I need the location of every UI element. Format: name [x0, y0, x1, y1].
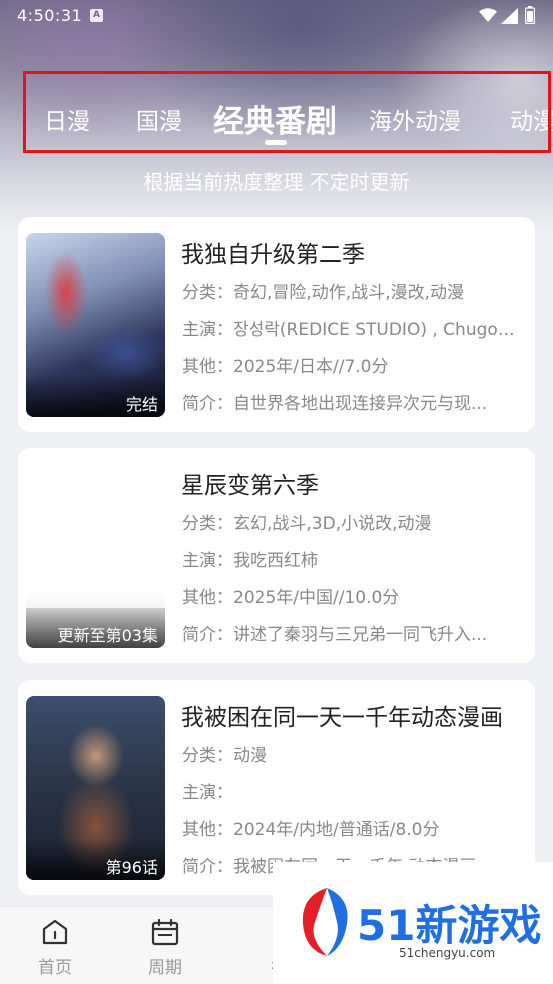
item-genre: 分类：奇幻,冒险,动作,战斗,漫改,动漫: [182, 283, 465, 303]
list-item[interactable]: 更新至第03集 星辰变第六季 分类：玄幻,战斗,3D,小说改,动漫 主演：我吃西…: [18, 448, 535, 663]
item-genre: 分类：动漫: [182, 746, 267, 766]
home-icon: [42, 919, 68, 945]
item-other: 其他：2025年/日本//7.0分: [182, 357, 389, 377]
watermark-logo: [302, 888, 348, 956]
item-intro: 简介：讲述了秦羽与三兄弟一同飞升入...: [182, 625, 488, 645]
highlight-frame: [23, 71, 551, 153]
item-title[interactable]: 我独自升级第二季: [181, 235, 365, 269]
notification-icon: A: [90, 9, 103, 22]
item-intro: 简介：自世界各地出现连接异次元与现...: [182, 394, 488, 414]
poster-image[interactable]: 完结: [26, 233, 165, 417]
item-cast: 主演：: [182, 783, 233, 803]
nav-home[interactable]: 首页: [25, 917, 85, 978]
item-genre: 分类：玄幻,战斗,3D,小说改,动漫: [182, 514, 432, 534]
item-other: 其他：2024年/内地/普通话/8.0分: [182, 820, 440, 840]
watermark-brand: 51新游戏: [357, 901, 542, 950]
status-bar: 4:50:31 A: [0, 0, 553, 32]
wifi-icon: [479, 8, 497, 22]
item-other: 其他：2025年/中国//10.0分: [182, 588, 400, 608]
nav-week[interactable]: 周期: [135, 917, 195, 978]
list-item[interactable]: 完结 我独自升级第二季 分类：奇幻,冒险,动作,战斗,漫改,动漫 主演：장성락(…: [18, 217, 535, 432]
poster-image[interactable]: 第96话: [26, 696, 165, 880]
list-subtitle: 根据当前热度整理 不定时更新: [143, 170, 410, 194]
item-cast: 主演：장성락(REDICE STUDIO) , Chugong...: [182, 320, 522, 340]
battery-icon: [525, 6, 535, 24]
nav-home-label: 首页: [38, 958, 72, 978]
item-cast: 主演：我吃西红柿: [182, 551, 318, 571]
signal-icon: [501, 8, 518, 24]
calendar-icon: [151, 918, 179, 946]
poster-image[interactable]: 更新至第03集: [26, 464, 165, 648]
status-time: 4:50:31: [17, 6, 83, 25]
status-badge: 完结: [26, 377, 165, 417]
watermark-url: 51chengyu.com: [399, 946, 496, 960]
nav-week-label: 周期: [148, 958, 182, 978]
item-title[interactable]: 星辰变第六季: [181, 466, 319, 500]
status-badge: 第96话: [26, 840, 165, 880]
status-badge: 更新至第03集: [26, 608, 165, 648]
item-title[interactable]: 我被困在同一天一千年动态漫画: [181, 698, 503, 732]
watermark: 51新游戏 51chengyu.com: [273, 862, 553, 984]
